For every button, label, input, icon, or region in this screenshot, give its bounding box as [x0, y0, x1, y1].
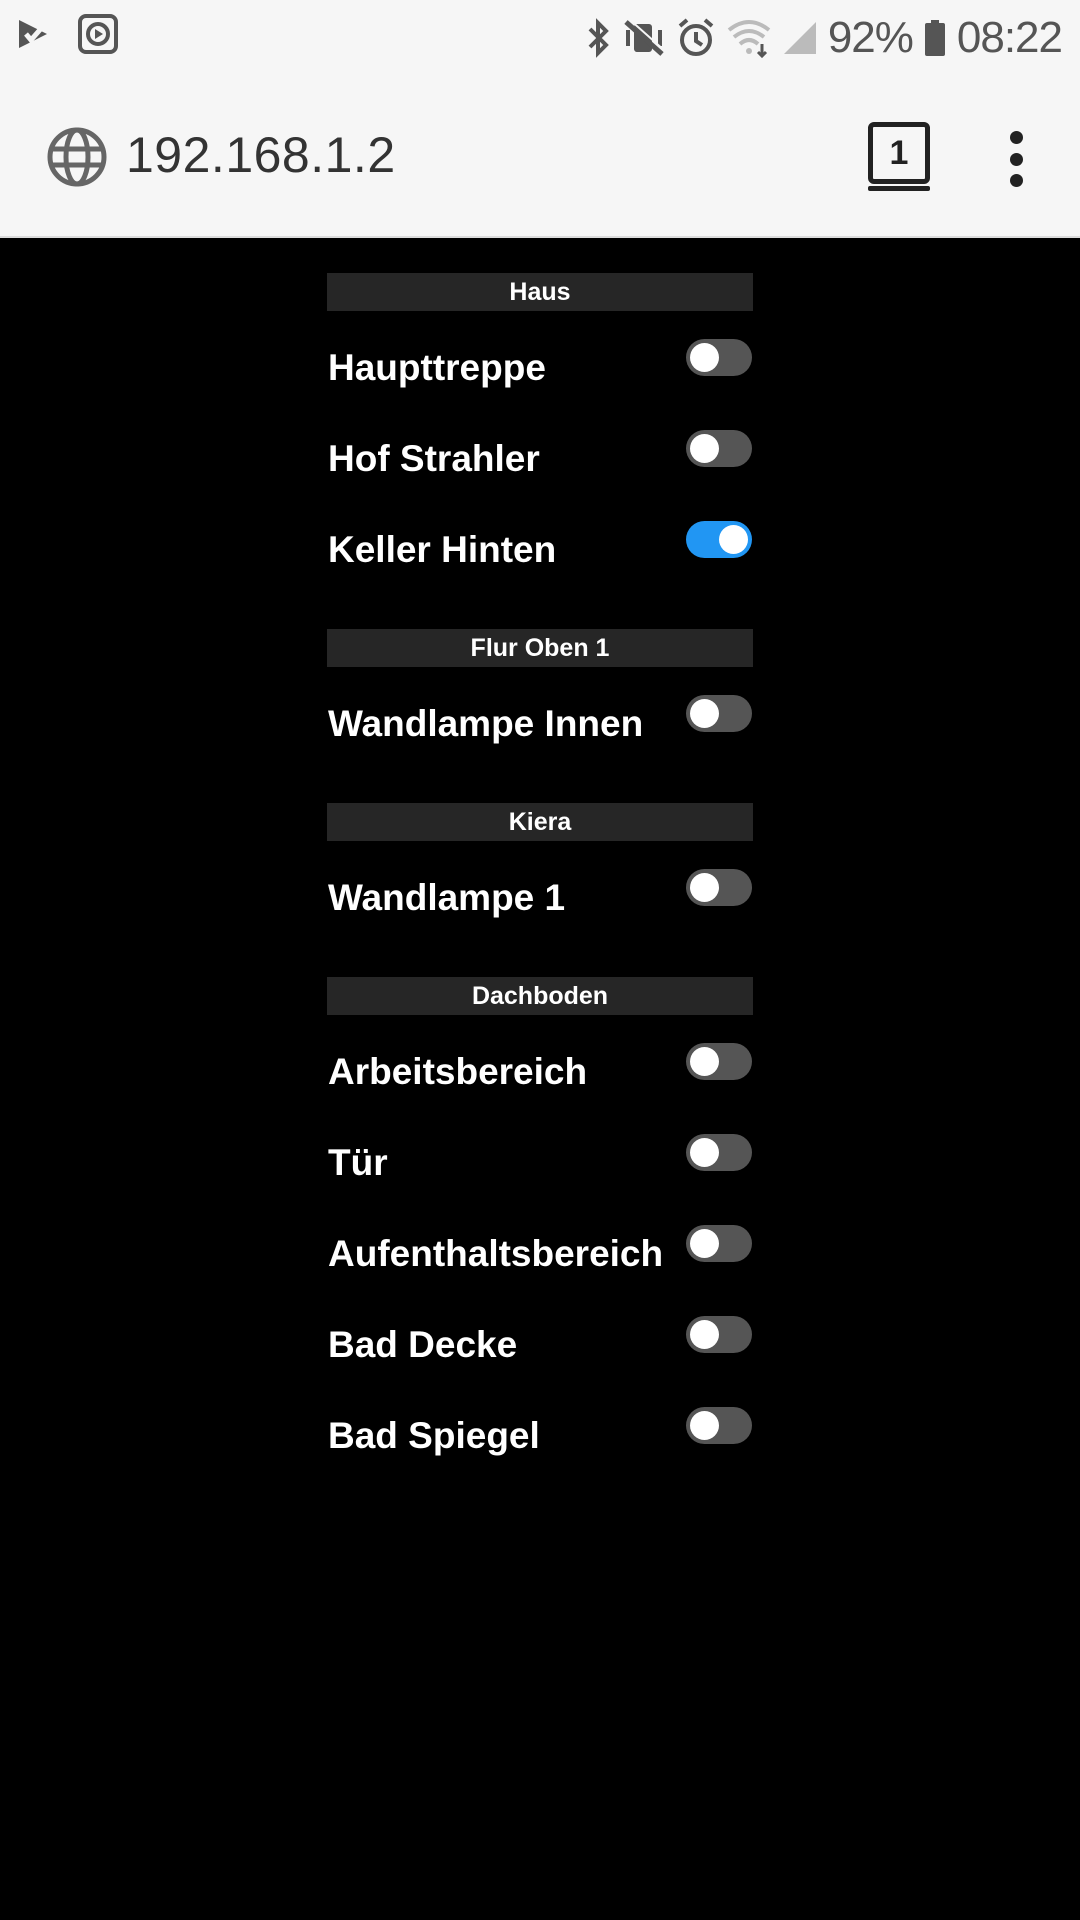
battery-icon: [923, 18, 947, 58]
switch-row: Wandlampe 1: [327, 853, 753, 944]
light-toggle[interactable]: [686, 1225, 752, 1262]
toggle-knob: [690, 1138, 719, 1167]
toggle-knob: [719, 525, 748, 554]
toggle-knob: [690, 1229, 719, 1258]
switch-label: Bad Spiegel: [328, 1415, 540, 1456]
light-toggle[interactable]: [686, 521, 752, 558]
light-toggle[interactable]: [686, 1043, 752, 1080]
page-content: Haus Haupttreppe Hof Strahler Keller Hinten…: [0, 240, 1080, 1920]
switch-label: Hof Strahler: [328, 438, 540, 479]
toggle-knob: [690, 873, 719, 902]
light-toggle[interactable]: [686, 339, 752, 376]
notification-icons: [16, 14, 118, 54]
section-header: Haus: [327, 273, 753, 311]
toggle-knob: [690, 1320, 719, 1349]
browser-toolbar: 192.168.1.2 1: [0, 76, 1080, 238]
light-toggle[interactable]: [686, 1407, 752, 1444]
switch-row: Keller Hinten: [327, 505, 753, 596]
clock: 08:22: [956, 13, 1063, 62]
media-notification-icon: [78, 14, 118, 54]
switch-row: Tür: [327, 1118, 753, 1209]
section-header: Dachboden: [327, 977, 753, 1015]
light-toggle[interactable]: [686, 1134, 752, 1171]
signal-icon: [782, 18, 818, 58]
menu-dot: [1009, 152, 1023, 166]
section-header: Kiera: [327, 803, 753, 841]
light-toggle[interactable]: [686, 695, 752, 732]
light-toggle[interactable]: [686, 869, 752, 906]
toggle-knob: [690, 434, 719, 463]
tab-switcher-underline: [868, 186, 930, 191]
toggle-knob: [690, 699, 719, 728]
switch-label: Haupttreppe: [328, 347, 546, 388]
switch-label: Arbeitsbereich: [328, 1051, 588, 1092]
status-bar: 92% 08:22: [0, 0, 1080, 76]
section-header: Flur Oben 1: [327, 629, 753, 667]
bluetooth-icon: [586, 18, 612, 58]
menu-dot: [1009, 131, 1023, 144]
switch-row: Arbeitsbereich: [327, 1027, 753, 1118]
vibrate-mute-icon: [622, 18, 666, 58]
tab-switcher-button[interactable]: 1: [868, 122, 930, 184]
switch-row: Bad Spiegel: [327, 1391, 753, 1482]
switch-row: Hof Strahler: [327, 414, 753, 505]
toggle-knob: [690, 1411, 719, 1440]
alarm-icon: [676, 18, 716, 58]
overflow-menu-button[interactable]: [1004, 131, 1028, 187]
switch-row: Bad Decke: [327, 1300, 753, 1391]
switch-label: Bad Decke: [328, 1324, 518, 1365]
switch-label: Wandlampe 1: [328, 877, 566, 918]
light-toggle[interactable]: [686, 430, 752, 467]
wifi-icon: [726, 18, 772, 58]
toggle-knob: [690, 1047, 719, 1076]
address-bar[interactable]: 192.168.1.2: [126, 126, 396, 184]
switch-label: Keller Hinten: [328, 529, 557, 570]
globe-icon[interactable]: [46, 126, 108, 193]
switch-row: Haupttreppe: [327, 323, 753, 414]
switch-row: Aufenthaltsbereich: [327, 1209, 753, 1300]
switch-label: Aufenthaltsbereich: [328, 1233, 664, 1274]
system-icons: 92% 08:22: [586, 8, 1063, 68]
battery-percent: 92%: [827, 13, 914, 62]
switch-label: Wandlampe Innen: [328, 703, 644, 744]
check-notification-icon: [16, 16, 50, 52]
toggle-knob: [690, 343, 719, 372]
light-toggle[interactable]: [686, 1316, 752, 1353]
menu-dot: [1009, 174, 1023, 187]
light-switch-panel: Haus Haupttreppe Hof Strahler Keller Hinten…: [327, 240, 753, 1482]
switch-label: Tür: [328, 1142, 388, 1183]
switch-row: Wandlampe Innen: [327, 679, 753, 770]
